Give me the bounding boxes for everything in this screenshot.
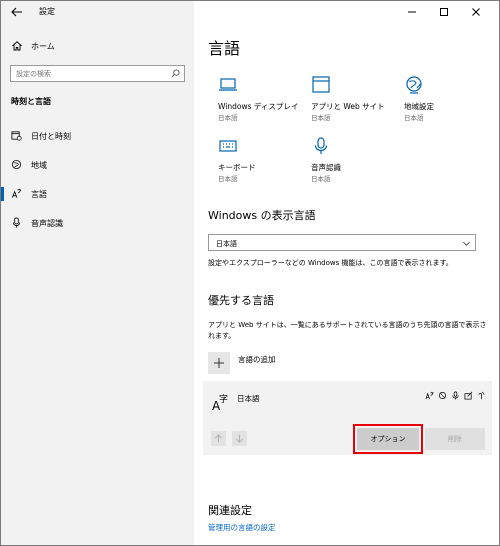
display-language-heading: Windows の表示言語: [208, 209, 316, 222]
tile-value: 日本語: [218, 175, 238, 183]
related-settings-heading: 関連設定: [208, 504, 252, 517]
plus-icon: [214, 358, 224, 368]
globe-icon: [406, 76, 422, 94]
search-input[interactable]: [11, 66, 166, 81]
tile-windows-display[interactable]: Windows ディスプレイ 日本語: [208, 75, 300, 125]
handwriting-feature-icon: [464, 391, 473, 400]
tile-name: Windows ディスプレイ: [218, 102, 299, 111]
dropdown-value: 日本語: [216, 240, 237, 248]
arrow-up-icon: [215, 434, 222, 443]
globe-icon: [11, 159, 22, 170]
microphone-icon: [12, 217, 21, 228]
speech-feature-icon: [438, 391, 447, 400]
move-up-button[interactable]: [211, 431, 226, 446]
display-language-feature-icon: [425, 391, 434, 400]
display-language-dropdown[interactable]: 日本語: [208, 234, 476, 251]
window-title: 設定: [39, 7, 55, 16]
maximize-icon: [440, 8, 448, 16]
language-feature-icons: [425, 391, 486, 400]
calendar-clock-icon: [11, 131, 22, 141]
administrative-language-settings-link[interactable]: 管理用の言語の設定: [208, 522, 276, 533]
minimize-button[interactable]: [397, 1, 427, 23]
tile-name: 音声認識: [311, 163, 341, 172]
close-icon: [472, 8, 480, 16]
tile-apps-websites[interactable]: アプリと Web サイト 日本語: [301, 75, 393, 125]
sidebar-item-label: 日付と時刻: [31, 132, 71, 141]
language-entry-japanese[interactable]: A 字 日本語 オプション 削除: [203, 381, 492, 455]
keyboard-icon: [219, 140, 237, 152]
sidebar-home-label: ホーム: [31, 42, 55, 51]
settings-window: 設定 ホーム 時刻と言語 日付と時刻: [0, 0, 500, 546]
tile-value: 日本語: [311, 175, 331, 183]
back-arrow-icon[interactable]: [10, 5, 24, 19]
search-icon[interactable]: [171, 69, 180, 78]
display-icon: [219, 78, 237, 91]
tile-value: 日本語: [311, 114, 331, 122]
maximize-button[interactable]: [429, 1, 459, 23]
add-language-label: 言語の追加: [238, 355, 276, 364]
sidebar-item-date-time[interactable]: 日付と時刻: [1, 125, 194, 147]
arrow-down-icon: [236, 434, 243, 443]
home-icon: [12, 41, 22, 51]
sidebar-item-language[interactable]: 言語: [1, 183, 194, 205]
tile-value: 日本語: [218, 114, 238, 122]
preferred-languages-heading: 優先する言語: [208, 294, 274, 307]
language-name: 日本語: [237, 394, 260, 403]
display-language-note: 設定やエクスプローラーなどの Windows 機能は、この言語で表示されます。: [208, 259, 453, 267]
move-down-button[interactable]: [232, 431, 247, 446]
tile-name: アプリと Web サイト: [311, 102, 385, 111]
sidebar: [1, 1, 194, 545]
sidebar-item-speech[interactable]: 音声認識: [1, 212, 194, 234]
chevron-down-icon: [463, 241, 470, 246]
sidebar-item-label: 言語: [31, 190, 47, 199]
close-button[interactable]: [461, 1, 491, 23]
search-box: [10, 65, 185, 82]
sidebar-item-region[interactable]: 地域: [1, 154, 194, 176]
language-icon: [11, 188, 22, 198]
sidebar-section-header: 時刻と言語: [11, 97, 51, 106]
minimize-icon: [408, 11, 416, 13]
remove-button[interactable]: 削除: [425, 428, 485, 450]
tile-speech[interactable]: 音声認識 日本語: [301, 136, 393, 186]
spellcheck-feature-icon: [478, 391, 485, 400]
app-window-icon: [312, 76, 330, 93]
tile-name: 地域設定: [404, 102, 434, 111]
tile-keyboard[interactable]: キーボード 日本語: [208, 136, 300, 186]
sidebar-item-home[interactable]: ホーム: [1, 36, 194, 56]
preferred-languages-note: アプリと Web サイトは、一覧にあるサポートされている言語のうち先頭の言語で表…: [208, 321, 487, 340]
language-glyph-icon: A 字: [212, 393, 228, 412]
tile-name: キーボード: [218, 163, 256, 172]
add-language-plus: [208, 352, 230, 374]
glyph-ji: 字: [219, 393, 228, 405]
sidebar-item-label: 地域: [31, 161, 47, 170]
sidebar-item-label: 音声認識: [31, 219, 63, 228]
options-button[interactable]: オプション: [353, 424, 423, 454]
title-bar: 設定: [1, 1, 499, 23]
add-language-button[interactable]: 言語の追加: [208, 352, 318, 376]
microphone-feature-icon: [452, 391, 459, 400]
page-title: 言語: [208, 39, 241, 58]
microphone-icon: [314, 137, 328, 154]
tile-value: 日本語: [404, 114, 424, 122]
main-content: 言語 Windows ディスプレイ 日本語 アプリと Web サイト 日本語 地…: [194, 23, 499, 545]
tile-regional-format[interactable]: 地域設定 日本語: [394, 75, 486, 125]
